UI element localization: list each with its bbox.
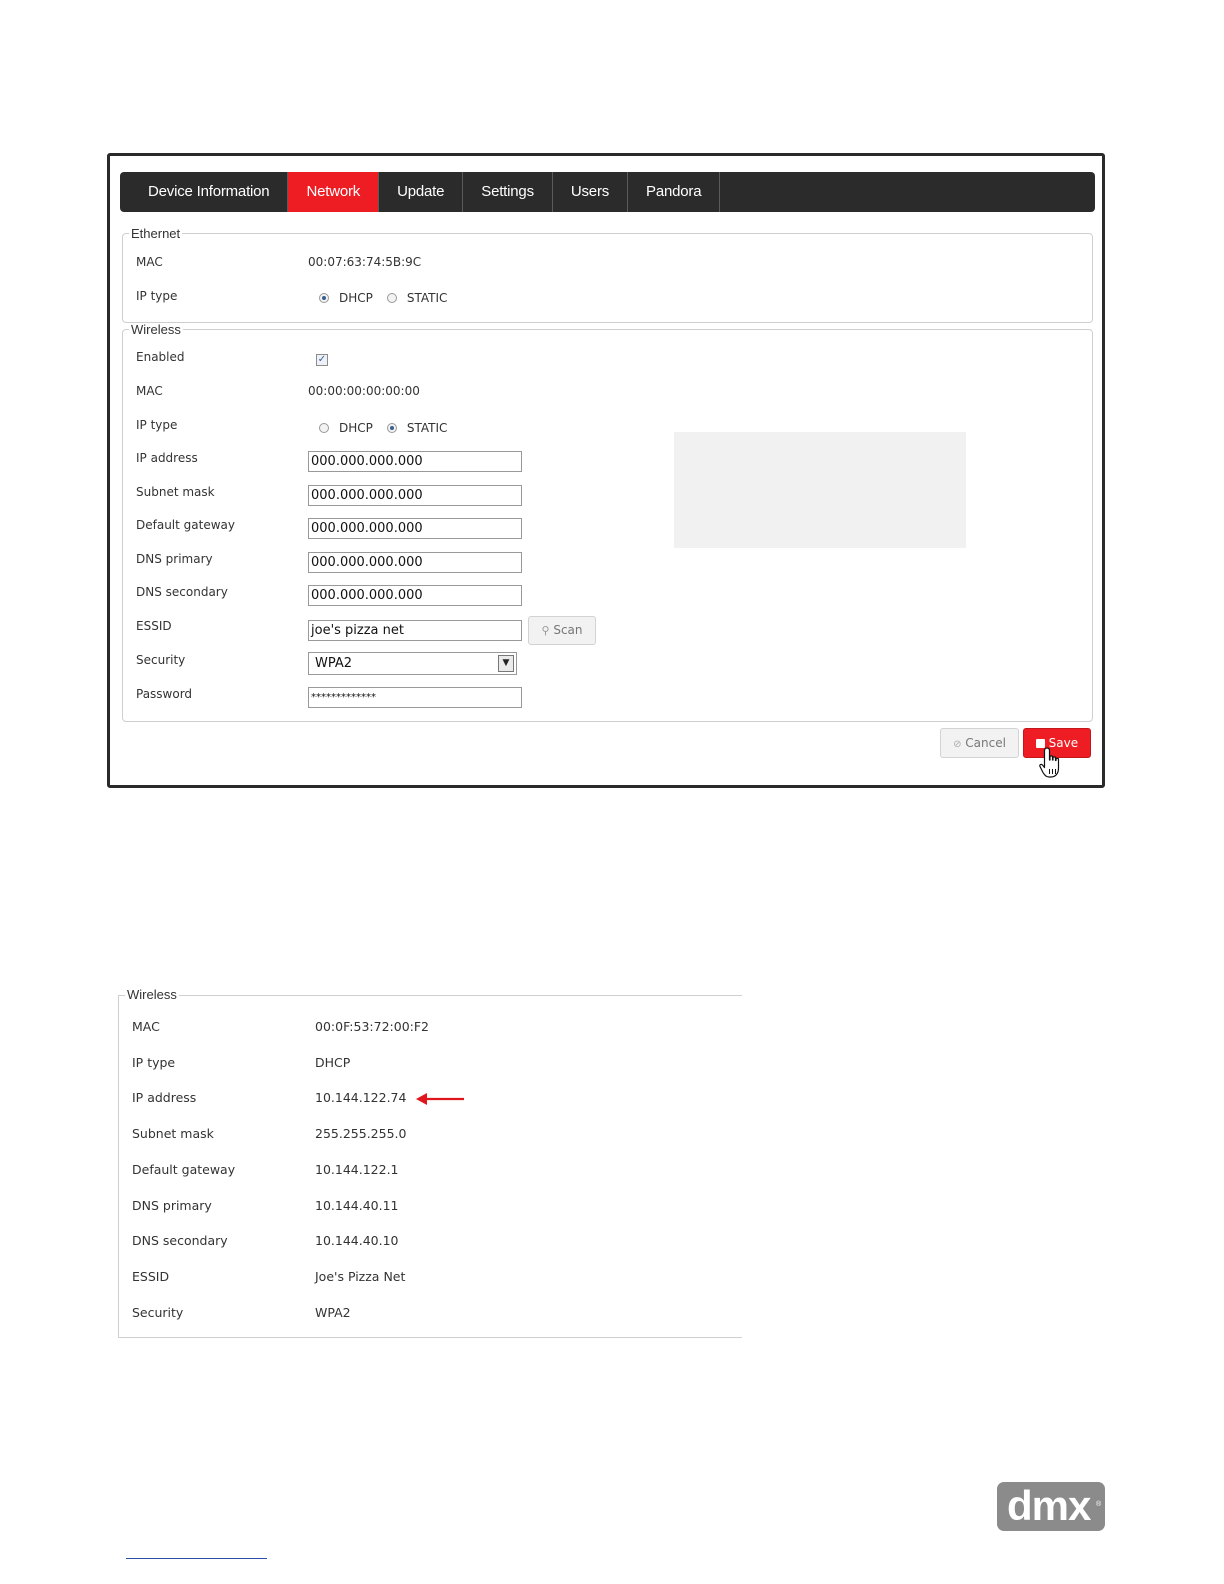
ip-address-label: IP address bbox=[136, 451, 198, 465]
placeholder-panel bbox=[674, 432, 966, 548]
dmx-logo-mark: dmx ® bbox=[1007, 1482, 1102, 1529]
status-row-value: 10.144.40.10 bbox=[315, 1233, 399, 1248]
dns-secondary-label: DNS secondary bbox=[136, 585, 228, 599]
ethernet-mac-label: MAC bbox=[136, 255, 163, 269]
ethernet-ip-type-group: DHCP STATIC bbox=[319, 291, 461, 305]
dns-secondary-input[interactable]: 000.000.000.000 bbox=[308, 585, 522, 606]
cancel-icon: ⊘ bbox=[953, 739, 962, 750]
tab-settings[interactable]: Settings bbox=[463, 172, 553, 212]
status-row-label: Subnet mask bbox=[132, 1126, 214, 1141]
essid-input[interactable]: joe's pizza net bbox=[308, 620, 522, 641]
default-gateway-input[interactable]: 000.000.000.000 bbox=[308, 518, 522, 539]
wireless-status-panel: Wireless MAC 00:0F:53:72:00:F2 IP type D… bbox=[118, 985, 742, 1339]
essid-label: ESSID bbox=[136, 619, 172, 633]
tab-users[interactable]: Users bbox=[553, 172, 629, 212]
status-row-value: 255.255.255.0 bbox=[315, 1126, 407, 1141]
status-row-value: Joe's Pizza Net bbox=[315, 1269, 406, 1284]
tab-pandora[interactable]: Pandora bbox=[628, 172, 721, 212]
tab-network[interactable]: Network bbox=[288, 172, 380, 212]
status-row-value: WPA2 bbox=[315, 1305, 351, 1320]
status-row-label: DNS primary bbox=[132, 1198, 212, 1213]
status-row-value: 10.144.122.1 bbox=[315, 1162, 399, 1177]
footer-link-underline bbox=[126, 1558, 267, 1559]
cancel-button[interactable]: ⊘ Cancel bbox=[940, 728, 1019, 758]
dmx-logo: dmx ® bbox=[997, 1482, 1105, 1531]
ip-address-input[interactable]: 000.000.000.000 bbox=[308, 451, 522, 472]
ethernet-section: Ethernet bbox=[122, 226, 1093, 323]
svg-text:dmx: dmx bbox=[1007, 1482, 1092, 1529]
svg-text:®: ® bbox=[1096, 1500, 1102, 1508]
status-row-label: Security bbox=[132, 1305, 184, 1320]
tab-update[interactable]: Update bbox=[379, 172, 464, 212]
wireless-ip-type-group: DHCP STATIC bbox=[319, 421, 461, 435]
wireless-mac-label: MAC bbox=[136, 384, 163, 398]
status-row-value: 10.144.122.74 bbox=[315, 1090, 407, 1105]
ethernet-static-radio[interactable] bbox=[386, 293, 397, 303]
red-arrow-icon bbox=[416, 1093, 464, 1105]
fieldset-border-bottom bbox=[118, 1337, 742, 1338]
fieldset-border-left bbox=[118, 995, 119, 1338]
scan-button-label: Scan bbox=[553, 623, 583, 637]
tab-bar: Device Information Network Update Settin… bbox=[120, 172, 1095, 212]
status-row-label: DNS secondary bbox=[132, 1233, 228, 1248]
wireless-enabled-label: Enabled bbox=[136, 350, 185, 364]
status-row-value: 00:0F:53:72:00:F2 bbox=[315, 1019, 429, 1034]
wireless-static-label: STATIC bbox=[406, 421, 448, 435]
status-row-label: IP type bbox=[132, 1055, 176, 1070]
status-row-value: DHCP bbox=[315, 1055, 351, 1070]
search-icon: ⚲ bbox=[541, 624, 550, 637]
ethernet-dhcp-radio[interactable] bbox=[319, 293, 329, 303]
ethernet-ip-type-label: IP type bbox=[136, 289, 178, 303]
subnet-mask-input[interactable]: 000.000.000.000 bbox=[308, 485, 522, 506]
status-row-label: MAC bbox=[132, 1019, 160, 1034]
scan-button[interactable]: ⚲ Scan bbox=[528, 616, 596, 645]
tab-device-information[interactable]: Device Information bbox=[120, 172, 289, 212]
chevron-down-icon[interactable]: ▼ bbox=[498, 655, 514, 672]
status-row-value: 10.144.40.11 bbox=[315, 1198, 399, 1213]
status-row-label: Default gateway bbox=[132, 1162, 236, 1177]
ethernet-static-label: STATIC bbox=[406, 291, 448, 305]
dns-primary-input[interactable]: 000.000.000.000 bbox=[308, 552, 522, 573]
security-label: Security bbox=[136, 653, 186, 667]
password-label: Password bbox=[136, 687, 193, 701]
hand-cursor-icon bbox=[1039, 747, 1060, 778]
dns-primary-label: DNS primary bbox=[136, 552, 213, 566]
security-select[interactable]: WPA2 ▼ bbox=[308, 652, 517, 675]
wireless-status-legend: Wireless bbox=[125, 987, 179, 1002]
ethernet-legend: Ethernet bbox=[131, 226, 181, 241]
network-settings-panel: Device Information Network Update Settin… bbox=[107, 153, 1105, 788]
wireless-ip-type-label: IP type bbox=[136, 418, 178, 432]
security-selected-value: WPA2 bbox=[315, 656, 353, 671]
ethernet-mac-value: 00:07:63:74:5B:9C bbox=[308, 255, 422, 269]
fieldset-border-top bbox=[118, 995, 742, 996]
default-gateway-label: Default gateway bbox=[136, 518, 235, 532]
wireless-mac-value: 00:00:00:00:00:00 bbox=[308, 384, 420, 398]
status-row-label: ESSID bbox=[132, 1269, 170, 1284]
wireless-legend: Wireless bbox=[131, 322, 181, 337]
wireless-dhcp-label: DHCP bbox=[339, 421, 373, 435]
cancel-button-label: Cancel bbox=[965, 736, 1006, 750]
status-row-label: IP address bbox=[132, 1090, 197, 1105]
subnet-mask-label: Subnet mask bbox=[136, 485, 215, 499]
ethernet-dhcp-label: DHCP bbox=[339, 291, 373, 305]
wireless-static-radio[interactable] bbox=[386, 423, 397, 433]
wireless-dhcp-radio[interactable] bbox=[319, 423, 329, 433]
wireless-enabled-checkbox[interactable]: ✓ bbox=[316, 354, 328, 366]
password-input[interactable]: ************* bbox=[308, 687, 522, 708]
